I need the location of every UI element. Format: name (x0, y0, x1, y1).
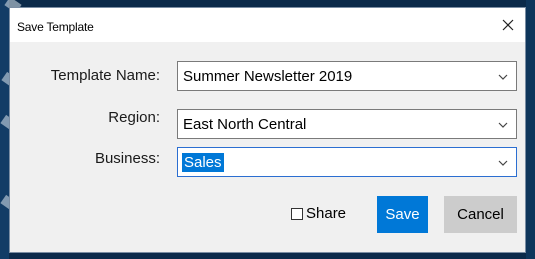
business-label: Business: (94, 150, 160, 167)
dialog-titlebar: Save Template (10, 8, 525, 42)
share-checkbox[interactable] (291, 207, 303, 220)
share-label: Share (306, 205, 347, 222)
dialog-title: Save Template (17, 20, 94, 34)
region-value: East North Central (183, 115, 307, 133)
region-dropdown[interactable]: East North Central (177, 109, 517, 139)
template-name-dropdown[interactable]: Summer Newsletter 2019 (177, 61, 517, 91)
background-panel-right (526, 0, 535, 259)
chevron-down-icon (498, 160, 508, 166)
close-button[interactable] (491, 8, 525, 42)
business-dropdown[interactable]: Sales (177, 147, 517, 177)
cancel-button[interactable]: Cancel (444, 196, 517, 233)
business-value: Sales (182, 152, 224, 172)
chevron-down-icon (498, 122, 508, 128)
save-template-dialog: Save Template Template Name: Summer News… (9, 7, 526, 253)
template-name-value: Summer Newsletter 2019 (183, 67, 353, 85)
region-label: Region: (108, 109, 160, 126)
chevron-down-icon (498, 74, 508, 80)
background-panel-left (0, 0, 9, 259)
share-toggle[interactable]: Share (291, 205, 346, 222)
template-name-label: Template Name: (50, 67, 160, 84)
close-icon (502, 19, 514, 31)
save-button[interactable]: Save (377, 196, 428, 233)
